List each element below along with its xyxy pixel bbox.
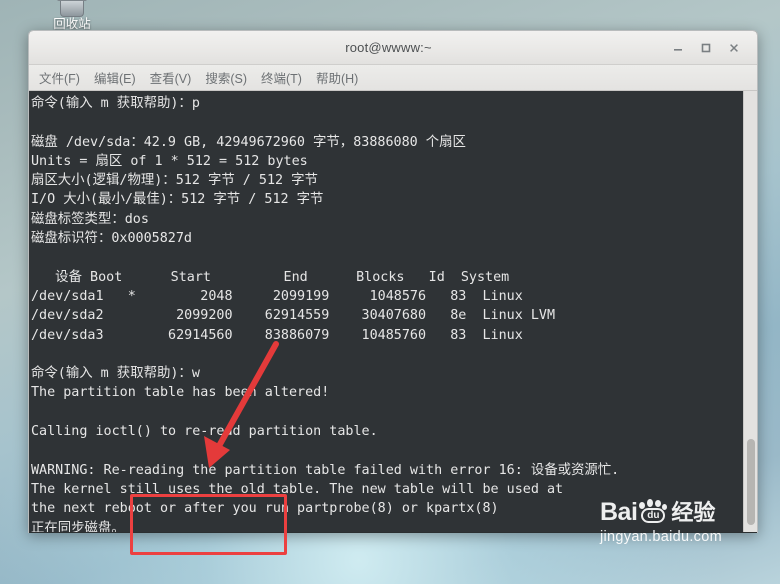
annotation-highlight-box bbox=[130, 494, 287, 555]
menu-item-file[interactable]: 文件(F) bbox=[32, 66, 87, 89]
terminal-scrollbar-thumb[interactable] bbox=[747, 439, 755, 525]
desktop-screen: 回收站 root@wwww:~ 文件(F) 编辑(E) 查看(V) 搜索(S) bbox=[0, 0, 780, 584]
menu-item-help[interactable]: 帮助(H) bbox=[309, 66, 365, 89]
menu-bar: 文件(F) 编辑(E) 查看(V) 搜索(S) 终端(T) 帮助(H) bbox=[29, 65, 757, 91]
trash-icon bbox=[55, 0, 89, 17]
menu-item-terminal[interactable]: 终端(T) bbox=[254, 66, 309, 89]
menu-item-view[interactable]: 查看(V) bbox=[143, 66, 199, 89]
maximize-button[interactable] bbox=[692, 35, 720, 61]
terminal-window: root@wwww:~ 文件(F) 编辑(E) 查看(V) 搜索(S) 终端(T… bbox=[28, 30, 758, 533]
close-button[interactable] bbox=[720, 35, 748, 61]
terminal-body[interactable]: 命令(输入 m 获取帮助)：p 磁盘 /dev/sda：42.9 GB, 429… bbox=[29, 91, 757, 532]
terminal-scrollbar[interactable] bbox=[743, 91, 757, 532]
window-title: root@wwww:~ bbox=[345, 40, 432, 55]
minimize-button[interactable] bbox=[664, 35, 692, 61]
terminal-lines: 命令(输入 m 获取帮助)：p 磁盘 /dev/sda：42.9 GB, 429… bbox=[31, 96, 620, 532]
menu-item-edit[interactable]: 编辑(E) bbox=[87, 66, 143, 89]
desktop-icon-recycle-bin[interactable]: 回收站 bbox=[26, 0, 118, 32]
window-controls bbox=[664, 35, 757, 61]
window-title-bar[interactable]: root@wwww:~ bbox=[29, 31, 757, 65]
terminal-output[interactable]: 命令(输入 m 获取帮助)：p 磁盘 /dev/sda：42.9 GB, 429… bbox=[29, 91, 743, 532]
menu-item-search[interactable]: 搜索(S) bbox=[198, 66, 254, 89]
